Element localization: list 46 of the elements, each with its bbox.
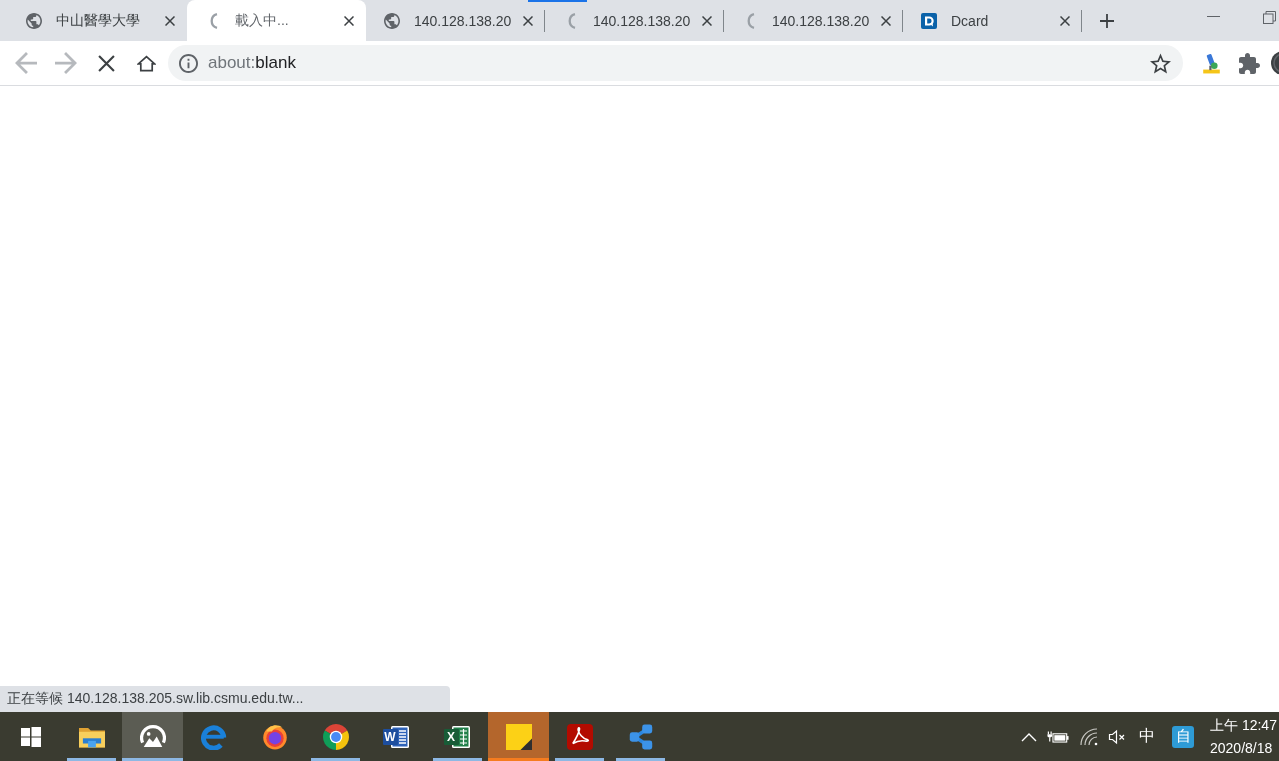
clock-time: 上午 12:47 (1210, 715, 1278, 735)
star-icon[interactable] (1150, 52, 1171, 74)
sticky-note-icon (505, 723, 532, 750)
connected-nodes-icon (627, 723, 654, 750)
puzzle-piece-icon (1238, 52, 1260, 74)
close-icon (344, 15, 354, 26)
close-icon (702, 15, 712, 26)
taskbar-button[interactable] (122, 712, 183, 761)
taskbar-button[interactable] (488, 712, 549, 761)
browser-tab[interactable]: 載入中... (187, 0, 366, 41)
close-icon (523, 15, 533, 26)
clock-date: 2020/8/18 (1210, 738, 1274, 758)
browser-tab[interactable]: 中山醫學大學 (8, 0, 187, 41)
close-icon (881, 15, 891, 26)
avatar-icon[interactable] (1270, 50, 1279, 76)
close-icon (165, 15, 175, 26)
microscope-icon (1200, 52, 1222, 74)
home-icon (136, 54, 156, 72)
muted-speaker-icon (1108, 727, 1126, 746)
browser-tab[interactable]: 140.128.138.20 (724, 0, 903, 41)
window-panes-icon (20, 726, 41, 747)
input-mode-button[interactable]: 中 (1130, 712, 1164, 761)
close-icon (1060, 15, 1070, 26)
e-logo-icon (200, 723, 227, 750)
browser-tab[interactable]: 140.128.138.20 (366, 0, 545, 41)
mountain-circle-icon (139, 723, 166, 750)
status-bubble: 正在等候 140.128.138.205.sw.lib.csmu.edu.tw... (0, 686, 450, 712)
taskbar-button[interactable]: W (366, 712, 427, 761)
fox-globe-icon (261, 723, 288, 750)
browser-tab[interactable]: 140.128.138.20 (545, 0, 724, 41)
restore-icon (1263, 11, 1276, 24)
address-bar[interactable]: about:blank (168, 45, 1183, 81)
globe-icon (384, 12, 400, 29)
pdf-swirl-icon (566, 723, 593, 750)
info-icon (179, 53, 198, 73)
minimize-icon (1207, 16, 1220, 17)
browser-tab[interactable]: Dcard (903, 0, 1082, 41)
globe-icon (26, 12, 42, 29)
plus-icon (1100, 13, 1114, 28)
right-arrow-icon (55, 52, 77, 74)
left-arrow-icon (15, 52, 37, 74)
cross-icon (97, 54, 115, 72)
site-logo-icon (921, 12, 937, 29)
tricolor-circle-icon (322, 723, 349, 750)
taskbar-button[interactable]: X (427, 712, 488, 761)
wifi-icon (1080, 727, 1098, 746)
